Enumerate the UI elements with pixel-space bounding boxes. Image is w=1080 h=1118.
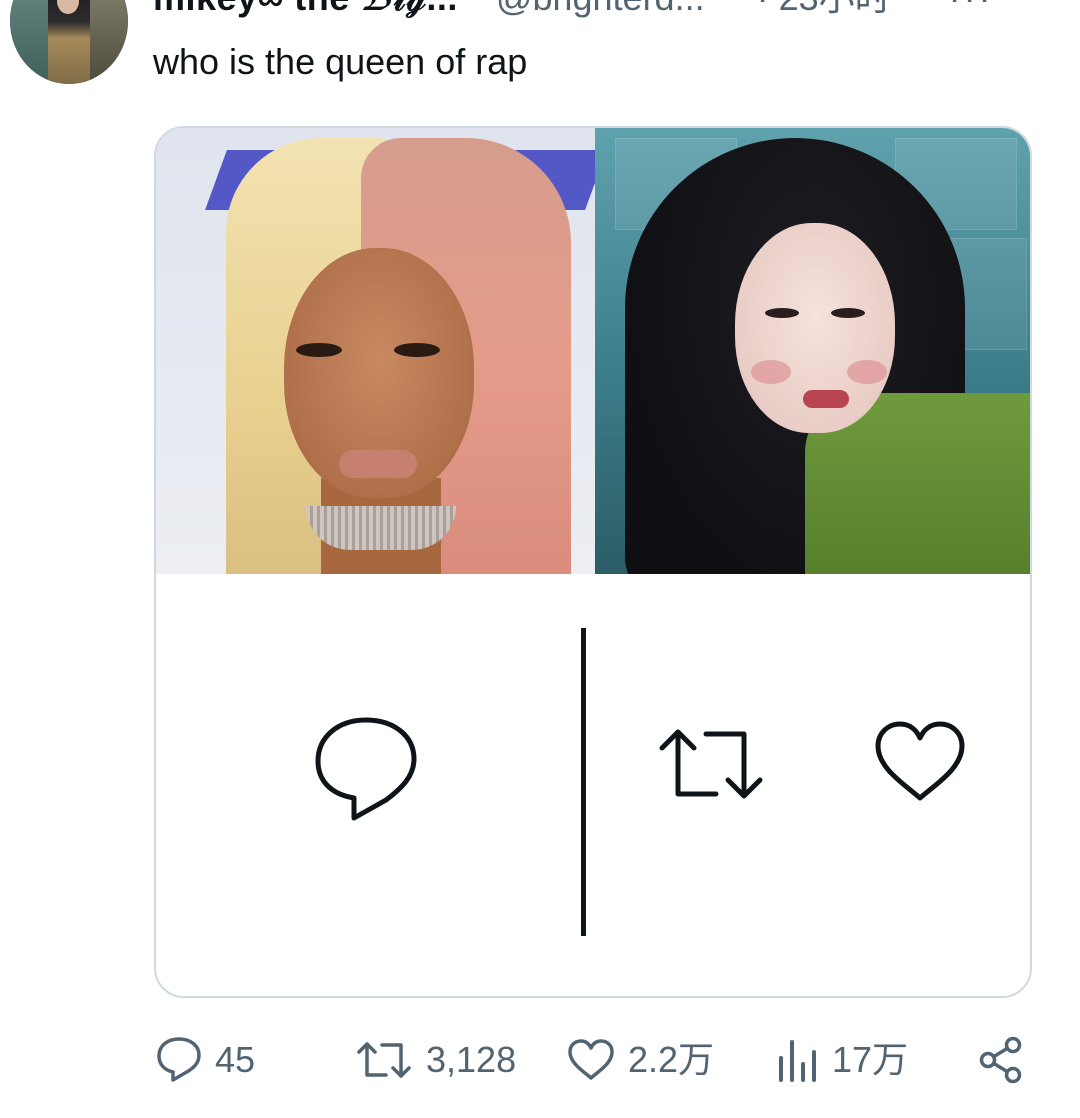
retweet-button[interactable]: 3,128 — [356, 1036, 516, 1084]
more-options-button[interactable]: ··· — [949, 0, 994, 18]
reply-icon — [157, 1037, 201, 1082]
image-icon-panel — [156, 574, 1030, 996]
avatar[interactable] — [10, 0, 128, 84]
views-icon — [779, 1040, 816, 1082]
retweet-icon — [357, 1042, 411, 1078]
reply-count: 45 — [215, 1039, 256, 1080]
author-handle[interactable]: @brighterd... — [496, 0, 705, 18]
tweet-header: mikey∞ the ℬ𝒾ℊ... @brighterd... · 23小时 ·… — [153, 0, 994, 18]
tweet-view: mikey∞ the ℬ𝒾ℊ... @brighterd... · 23小时 ·… — [0, 0, 1080, 1118]
reply-icon — [315, 717, 417, 821]
retweet-icon — [659, 729, 763, 799]
view-count: 17万 — [832, 1039, 909, 1080]
like-count: 2.2万 — [628, 1039, 715, 1080]
tweet-text: who is the queen of rap — [153, 41, 528, 82]
photo-right — [595, 128, 1030, 574]
share-button[interactable] — [978, 1036, 1024, 1084]
views-button[interactable]: 17万 — [776, 1036, 908, 1084]
heart-icon — [568, 1039, 614, 1080]
photo-left — [156, 128, 595, 574]
share-icon — [979, 1036, 1022, 1084]
heart-icon — [875, 721, 965, 801]
like-button[interactable]: 2.2万 — [568, 1036, 714, 1084]
author-name[interactable]: mikey∞ the ℬ𝒾ℊ... — [153, 0, 458, 18]
media-image[interactable] — [154, 126, 1032, 998]
reply-button[interactable]: 45 — [157, 1036, 255, 1084]
divider-line — [581, 628, 586, 936]
post-timestamp[interactable]: · 23小时 — [757, 0, 891, 18]
retweet-count: 3,128 — [426, 1039, 517, 1080]
